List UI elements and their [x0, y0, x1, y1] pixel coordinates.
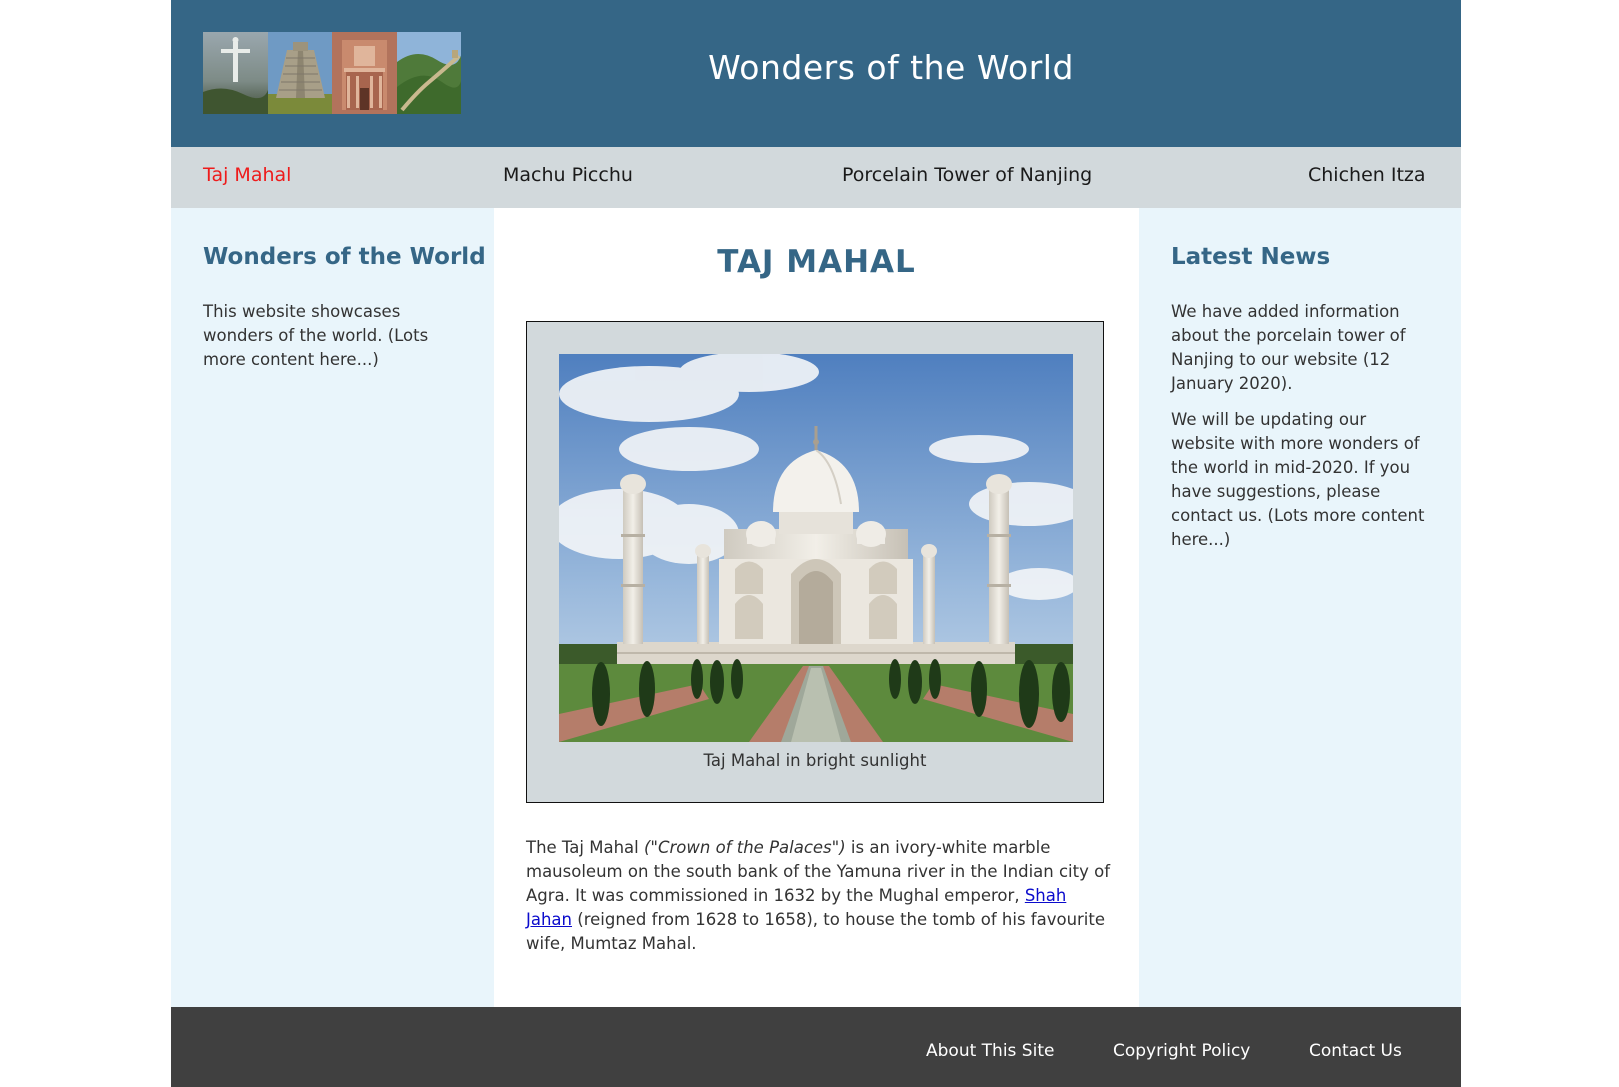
christ-redeemer-photo: [203, 32, 268, 114]
right-sidebar: Latest News We have added information ab…: [1139, 208, 1461, 1007]
site-header: Wonders of the World: [171, 0, 1461, 147]
latest-news-heading: Latest News: [1171, 244, 1331, 270]
site-footer: About This Site Copyright Policy Contact…: [171, 1007, 1461, 1087]
site-title: Wonders of the World: [708, 48, 1074, 87]
left-sidebar-text: This website showcases wonders of the wo…: [203, 302, 429, 369]
footer-link-contact[interactable]: Contact Us: [1309, 1041, 1402, 1061]
feature-figure: Taj Mahal in bright sunlight: [526, 321, 1104, 803]
left-sidebar-heading: Wonders of the World: [203, 244, 486, 270]
news-item-2: We will be updating our website with mor…: [1171, 410, 1425, 549]
petra-treasury-photo: [332, 32, 397, 114]
footer-link-about[interactable]: About This Site: [926, 1041, 1054, 1061]
figure-caption: Taj Mahal in bright sunlight: [703, 751, 927, 770]
main-nav: Taj Mahal Machu Picchu Porcelain Tower o…: [171, 147, 1461, 208]
great-wall-photo: [396, 32, 461, 114]
main-paragraph-start: The Taj Mahal: [526, 838, 644, 857]
page: Wonders of the World Taj Mahal Machu Pic…: [171, 0, 1461, 1087]
taj-mahal-photo: [559, 354, 1073, 742]
left-sidebar: Wonders of the World This website showca…: [171, 208, 494, 1007]
news-item-1: We have added information about the porc…: [1171, 302, 1406, 393]
page-title: TAJ MAHAL: [717, 244, 916, 280]
chichen-itza-pyramid-photo: [267, 32, 332, 114]
nav-item-chichen-itza[interactable]: Chichen Itza: [1308, 164, 1426, 186]
main-paragraph: The Taj Mahal ("Crown of the Palaces") i…: [526, 836, 1116, 956]
nav-item-taj-mahal[interactable]: Taj Mahal: [203, 164, 291, 186]
main-content: TAJ MAHAL Taj Mahal in bright sunlight T…: [494, 208, 1139, 1007]
main-paragraph-italic: ("Crown of the Palaces"): [643, 838, 846, 857]
nav-item-machu-picchu[interactable]: Machu Picchu: [503, 164, 633, 186]
main-paragraph-end: (reigned from 1628 to 1658), to house th…: [526, 910, 1106, 953]
nav-item-porcelain-tower[interactable]: Porcelain Tower of Nanjing: [842, 164, 1092, 186]
logo-collage[interactable]: [203, 32, 461, 114]
footer-link-copyright[interactable]: Copyright Policy: [1113, 1041, 1250, 1061]
